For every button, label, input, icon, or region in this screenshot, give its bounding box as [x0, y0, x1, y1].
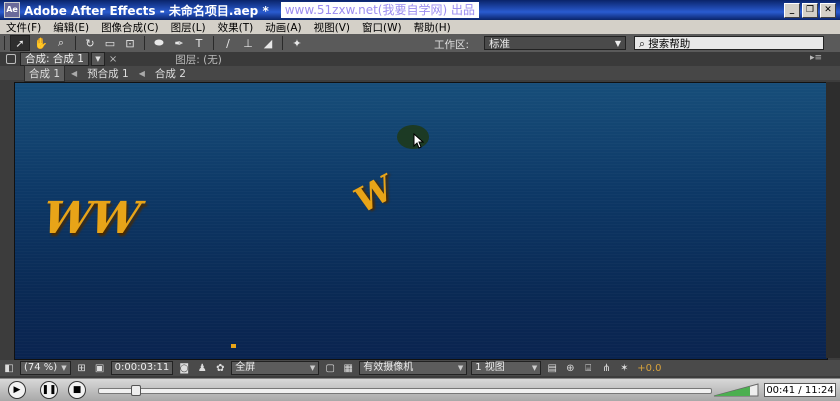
viewer-text-w: W — [350, 166, 398, 224]
brush-tool-icon[interactable]: ∕ — [219, 36, 237, 50]
view-layout-value: 1 视图 — [475, 362, 505, 373]
camera-view-select[interactable]: 有效摄像机 ▼ — [359, 361, 468, 375]
divider — [75, 36, 76, 50]
snapshot-icon[interactable]: ▣ — [93, 362, 107, 374]
menu-file[interactable]: 文件(F) — [0, 20, 47, 35]
workspace-select[interactable]: 标准 ▼ — [484, 36, 626, 50]
menu-view[interactable]: 视图(V) — [308, 20, 356, 35]
divider — [213, 36, 214, 50]
close-icon[interactable]: × — [109, 54, 117, 65]
eraser-tool-icon[interactable]: ◢ — [259, 36, 277, 50]
breadcrumb: 合成 1 ◀ 预合成 1 ◀ 合成 2 — [0, 64, 840, 82]
camera-tool-icon[interactable]: ▭ — [101, 36, 119, 50]
text-tool-icon[interactable]: T — [190, 36, 208, 50]
resolution-select[interactable]: 全屏 ▼ — [231, 361, 320, 375]
breadcrumb-item[interactable]: 预合成 1 — [83, 66, 133, 81]
exposure-value[interactable]: +0.0 — [637, 363, 661, 374]
menu-edit[interactable]: 编辑(E) — [47, 20, 95, 35]
title-bar: Ae Adobe After Effects - 未命名项目.aep * www… — [0, 0, 840, 20]
time-readout: 00:41 / 11:24 — [764, 383, 836, 397]
region-of-interest-icon[interactable]: ▢ — [323, 362, 337, 374]
restore-button[interactable]: ❐ — [802, 3, 818, 18]
viewer-text-ww: WW — [39, 193, 142, 244]
puppet-pin-tool-icon[interactable]: ✦ — [288, 36, 306, 50]
divider — [282, 36, 283, 50]
timeline-icon[interactable]: ⌸ — [581, 362, 595, 374]
zoom-value: (74 %) — [24, 362, 58, 373]
composition-viewer[interactable]: W WW — [14, 82, 828, 360]
transparency-grid-icon[interactable]: ▦ — [341, 362, 355, 374]
viewer-controls: ◧ (74 %) ▼ ⊞ ▣ 0:00:03:11 ◙ ♟ ✿ 全屏 ▼ ▢ ▦ 有… — [0, 360, 840, 376]
pan-behind-tool-icon[interactable]: ⊡ — [121, 36, 139, 50]
flowchart-icon[interactable]: ⋔ — [599, 362, 613, 374]
pause-button[interactable]: ❚❚ — [40, 381, 58, 399]
stop-button[interactable]: ■ — [68, 381, 86, 399]
clone-stamp-tool-icon[interactable]: ⊥ — [239, 36, 257, 50]
chevron-left-icon: ◀ — [71, 68, 78, 78]
resolution-value: 全屏 — [235, 362, 256, 373]
chevron-down-icon: ▼ — [309, 364, 316, 372]
menu-composition[interactable]: 图像合成(C) — [95, 20, 165, 35]
camera-icon[interactable]: ◙ — [177, 362, 191, 374]
chevron-left-icon: ◀ — [138, 68, 145, 78]
volume-slider[interactable] — [712, 383, 760, 397]
chevron-down-icon: ▼ — [457, 364, 464, 372]
mask-tool-icon[interactable]: ⬬ — [150, 36, 168, 50]
window-title: Adobe After Effects - 未命名项目.aep * — [24, 3, 269, 18]
selection-tool-icon[interactable]: ➚ — [10, 35, 30, 51]
panel-menu-icon[interactable]: ▸≡ — [810, 53, 822, 63]
rotate-tool-icon[interactable]: ↻ — [81, 36, 99, 50]
close-button[interactable]: ✕ — [820, 3, 836, 18]
minimize-button[interactable]: _ — [784, 3, 800, 18]
toggle-pixel-aspect-icon[interactable]: ▤ — [545, 362, 559, 374]
watermark-text: www.51zxw.net(我要自学网) 出品 — [280, 2, 479, 18]
zoom-select[interactable]: (74 %) ▼ — [20, 361, 71, 375]
workspace-label: 工作区: — [434, 39, 470, 51]
always-preview-icon[interactable]: ◧ — [2, 362, 16, 374]
composition-panel-tabs: 合成: 合成 1 ▼ × 图层: (无) — [0, 52, 840, 66]
menu-effect[interactable]: 效果(T) — [212, 20, 260, 35]
channels-icon[interactable]: ✿ — [213, 362, 227, 374]
show-snapshot-icon[interactable]: ♟ — [195, 362, 209, 374]
breadcrumb-item[interactable]: 合成 2 — [151, 66, 190, 81]
menu-animation[interactable]: 动画(A) — [259, 20, 307, 35]
lock-icon[interactable] — [6, 54, 16, 64]
window-buttons: _ ❐ ✕ — [784, 3, 836, 18]
timecode-field[interactable]: 0:00:03:11 — [110, 361, 174, 375]
workspace-value: 标准 — [489, 38, 510, 50]
small-particle — [231, 344, 236, 348]
fast-previews-icon[interactable]: ⊕ — [563, 362, 577, 374]
hand-tool-icon[interactable]: ✋ — [32, 36, 50, 50]
seek-bar[interactable] — [98, 388, 712, 394]
menu-bar: 文件(F) 编辑(E) 图像合成(C) 图层(L) 效果(T) 动画(A) 视图… — [0, 20, 840, 34]
chevron-down-icon[interactable]: ▼ — [90, 52, 105, 66]
seek-thumb[interactable] — [130, 385, 141, 396]
divider — [4, 36, 5, 50]
menu-help[interactable]: 帮助(H) — [408, 20, 457, 35]
menu-window[interactable]: 窗口(W) — [356, 20, 408, 35]
zoom-tool-icon[interactable]: ⌕ — [52, 36, 70, 50]
panel-edge — [826, 82, 840, 358]
tab-layer[interactable]: 图层: (无) — [175, 52, 222, 67]
view-layout-select[interactable]: 1 视图 ▼ — [471, 361, 542, 375]
divider — [144, 36, 145, 50]
reset-exposure-icon[interactable]: ✶ — [617, 362, 631, 374]
camera-view-value: 有效摄像机 — [363, 362, 414, 373]
chevron-down-icon: ▼ — [531, 364, 538, 372]
breadcrumb-item[interactable]: 合成 1 — [24, 64, 66, 82]
safe-margins-icon[interactable]: ⊞ — [75, 362, 89, 374]
search-help-placeholder: 搜索帮助 — [648, 38, 691, 50]
play-button[interactable]: ▶ — [8, 381, 26, 399]
chevron-down-icon: ▼ — [61, 364, 67, 372]
video-player-bar: ▶ ❚❚ ■ 00:41 / 11:24 — [0, 378, 840, 401]
search-help-input[interactable]: ⌕ 搜索帮助 — [634, 36, 824, 50]
mouse-cursor-icon — [413, 133, 425, 149]
chevron-down-icon: ▼ — [614, 39, 622, 48]
search-icon: ⌕ — [639, 38, 645, 50]
pen-tool-icon[interactable]: ✒ — [170, 36, 188, 50]
menu-layer[interactable]: 图层(L) — [165, 20, 212, 35]
after-effects-icon: Ae — [4, 2, 20, 18]
